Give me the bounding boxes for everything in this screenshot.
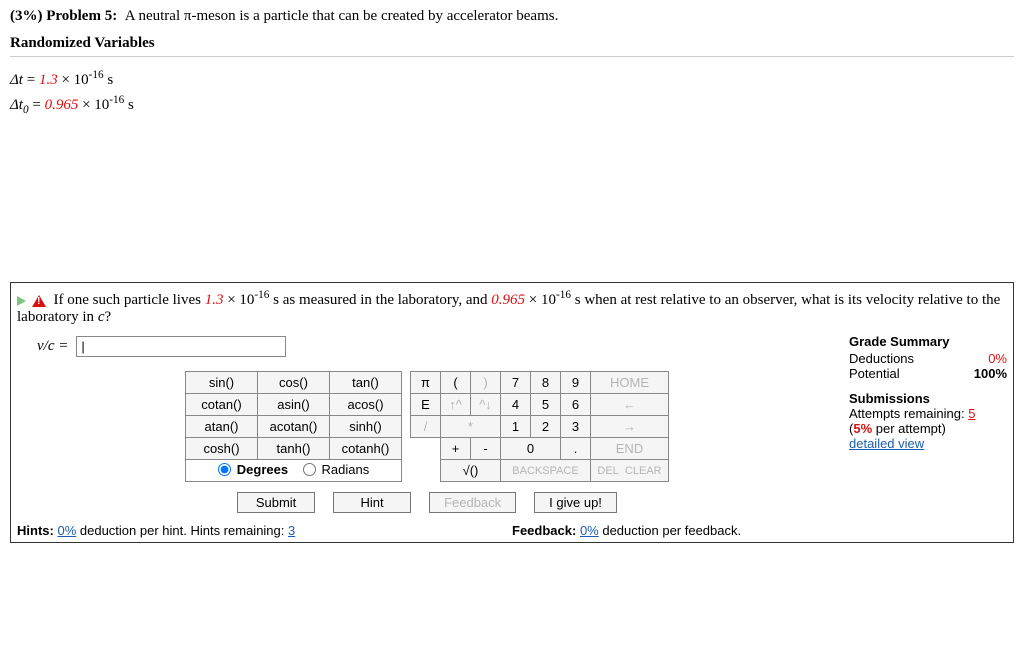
key-2[interactable]: 2 bbox=[531, 416, 561, 438]
problem-label: Problem 5: bbox=[46, 8, 117, 24]
fn-cotanh[interactable]: cotanh() bbox=[330, 438, 402, 460]
problem-header: (3%) Problem 5: A neutral π-meson is a p… bbox=[10, 8, 1014, 25]
question-box: If one such particle lives 1.3 × 10-16 s… bbox=[10, 282, 1014, 543]
key-end[interactable]: END bbox=[591, 438, 669, 460]
key-1[interactable]: 1 bbox=[501, 416, 531, 438]
function-pad: sin() cos() tan() cotan() asin() acos() … bbox=[185, 371, 402, 482]
key-sqrt[interactable]: √() bbox=[441, 460, 501, 482]
degrees-radio[interactable]: Degrees bbox=[218, 462, 288, 477]
attempts-value: 5 bbox=[968, 406, 975, 421]
key-6[interactable]: 6 bbox=[561, 394, 591, 416]
giveup-button[interactable]: I give up! bbox=[534, 492, 617, 513]
problem-desc: A neutral π-meson is a particle that can… bbox=[125, 8, 559, 24]
fn-acotan[interactable]: acotan() bbox=[258, 416, 330, 438]
randomized-vars-heading: Randomized Variables bbox=[10, 35, 1014, 52]
fn-acos[interactable]: acos() bbox=[330, 394, 402, 416]
potential-value: 100% bbox=[974, 366, 1007, 381]
attempts-label: Attempts remaining: bbox=[849, 406, 965, 421]
key-rparen[interactable]: ) bbox=[471, 372, 501, 394]
fn-sin[interactable]: sin() bbox=[186, 372, 258, 394]
key-dot[interactable]: . bbox=[561, 438, 591, 460]
key-4[interactable]: 4 bbox=[501, 394, 531, 416]
dt0-symbol: Δt0 bbox=[10, 97, 29, 113]
key-up[interactable]: ↑^ bbox=[441, 394, 471, 416]
key-right[interactable]: → bbox=[591, 416, 669, 438]
feedback-footer: Feedback: 0% deduction per feedback. bbox=[512, 523, 1007, 538]
answer-row: v/c = bbox=[37, 336, 837, 357]
dt-value: 1.3 bbox=[39, 72, 58, 88]
key-7[interactable]: 7 bbox=[501, 372, 531, 394]
key-del-clear[interactable]: DEL CLEAR bbox=[591, 460, 669, 482]
dt0-value: 0.965 bbox=[45, 97, 79, 113]
key-8[interactable]: 8 bbox=[531, 372, 561, 394]
key-home[interactable]: HOME bbox=[591, 372, 669, 394]
grade-sidebar: Grade Summary Deductions 0% Potential 10… bbox=[837, 334, 1007, 451]
deductions-label: Deductions bbox=[849, 351, 914, 366]
fn-sinh[interactable]: sinh() bbox=[330, 416, 402, 438]
key-lparen[interactable]: ( bbox=[441, 372, 471, 394]
fn-cotan[interactable]: cotan() bbox=[186, 394, 258, 416]
radians-radio[interactable]: Radians bbox=[303, 462, 370, 477]
submit-button[interactable]: Submit bbox=[237, 492, 315, 513]
fn-cosh[interactable]: cosh() bbox=[186, 438, 258, 460]
action-buttons: Submit Hint Feedback I give up! bbox=[17, 492, 837, 513]
key-star[interactable]: * bbox=[441, 416, 501, 438]
hint-button[interactable]: Hint bbox=[333, 492, 411, 513]
per-attempt: (5% per attempt) bbox=[849, 421, 1007, 436]
key-backspace[interactable]: BACKSPACE bbox=[501, 460, 591, 482]
key-5[interactable]: 5 bbox=[531, 394, 561, 416]
feedback-button[interactable]: Feedback bbox=[429, 492, 516, 513]
key-minus[interactable]: - bbox=[471, 438, 501, 460]
potential-label: Potential bbox=[849, 366, 900, 381]
dt-symbol: Δt bbox=[10, 72, 23, 88]
play-icon[interactable] bbox=[17, 296, 26, 306]
fn-tanh[interactable]: tanh() bbox=[258, 438, 330, 460]
grade-heading: Grade Summary bbox=[849, 334, 1007, 349]
key-left[interactable]: ← bbox=[591, 394, 669, 416]
key-e[interactable]: E bbox=[411, 394, 441, 416]
key-slash[interactable]: / bbox=[411, 416, 441, 438]
answer-input[interactable] bbox=[76, 336, 286, 357]
variables-block: Δt = 1.3 × 10-16 s Δt0 = 0.965 × 10-16 s bbox=[10, 67, 1014, 118]
problem-percent: (3%) bbox=[10, 8, 43, 24]
key-down[interactable]: ^↓ bbox=[471, 394, 501, 416]
question-text: If one such particle lives 1.3 × 10-16 s… bbox=[17, 289, 1007, 326]
deductions-value: 0% bbox=[988, 351, 1007, 366]
footer-row: Hints: 0% deduction per hint. Hints rema… bbox=[17, 523, 1007, 538]
angle-mode-cell: Degrees Radians bbox=[186, 460, 402, 482]
detailed-view-link[interactable]: detailed view bbox=[849, 436, 1007, 451]
key-0[interactable]: 0 bbox=[501, 438, 561, 460]
key-9[interactable]: 9 bbox=[561, 372, 591, 394]
fn-atan[interactable]: atan() bbox=[186, 416, 258, 438]
key-pi[interactable]: π bbox=[411, 372, 441, 394]
hints-footer: Hints: 0% deduction per hint. Hints rema… bbox=[17, 523, 512, 538]
number-pad: π ( ) 7 8 9 HOME E ↑^ ^↓ 4 5 6 bbox=[410, 371, 669, 482]
submissions-heading: Submissions bbox=[849, 391, 1007, 406]
fn-cos[interactable]: cos() bbox=[258, 372, 330, 394]
answer-label: v/c = bbox=[37, 338, 68, 355]
divider bbox=[10, 56, 1014, 57]
fn-asin[interactable]: asin() bbox=[258, 394, 330, 416]
key-plus[interactable]: + bbox=[441, 438, 471, 460]
key-3[interactable]: 3 bbox=[561, 416, 591, 438]
fn-tan[interactable]: tan() bbox=[330, 372, 402, 394]
keypad-area: sin() cos() tan() cotan() asin() acos() … bbox=[17, 371, 837, 482]
warning-icon bbox=[32, 295, 46, 307]
